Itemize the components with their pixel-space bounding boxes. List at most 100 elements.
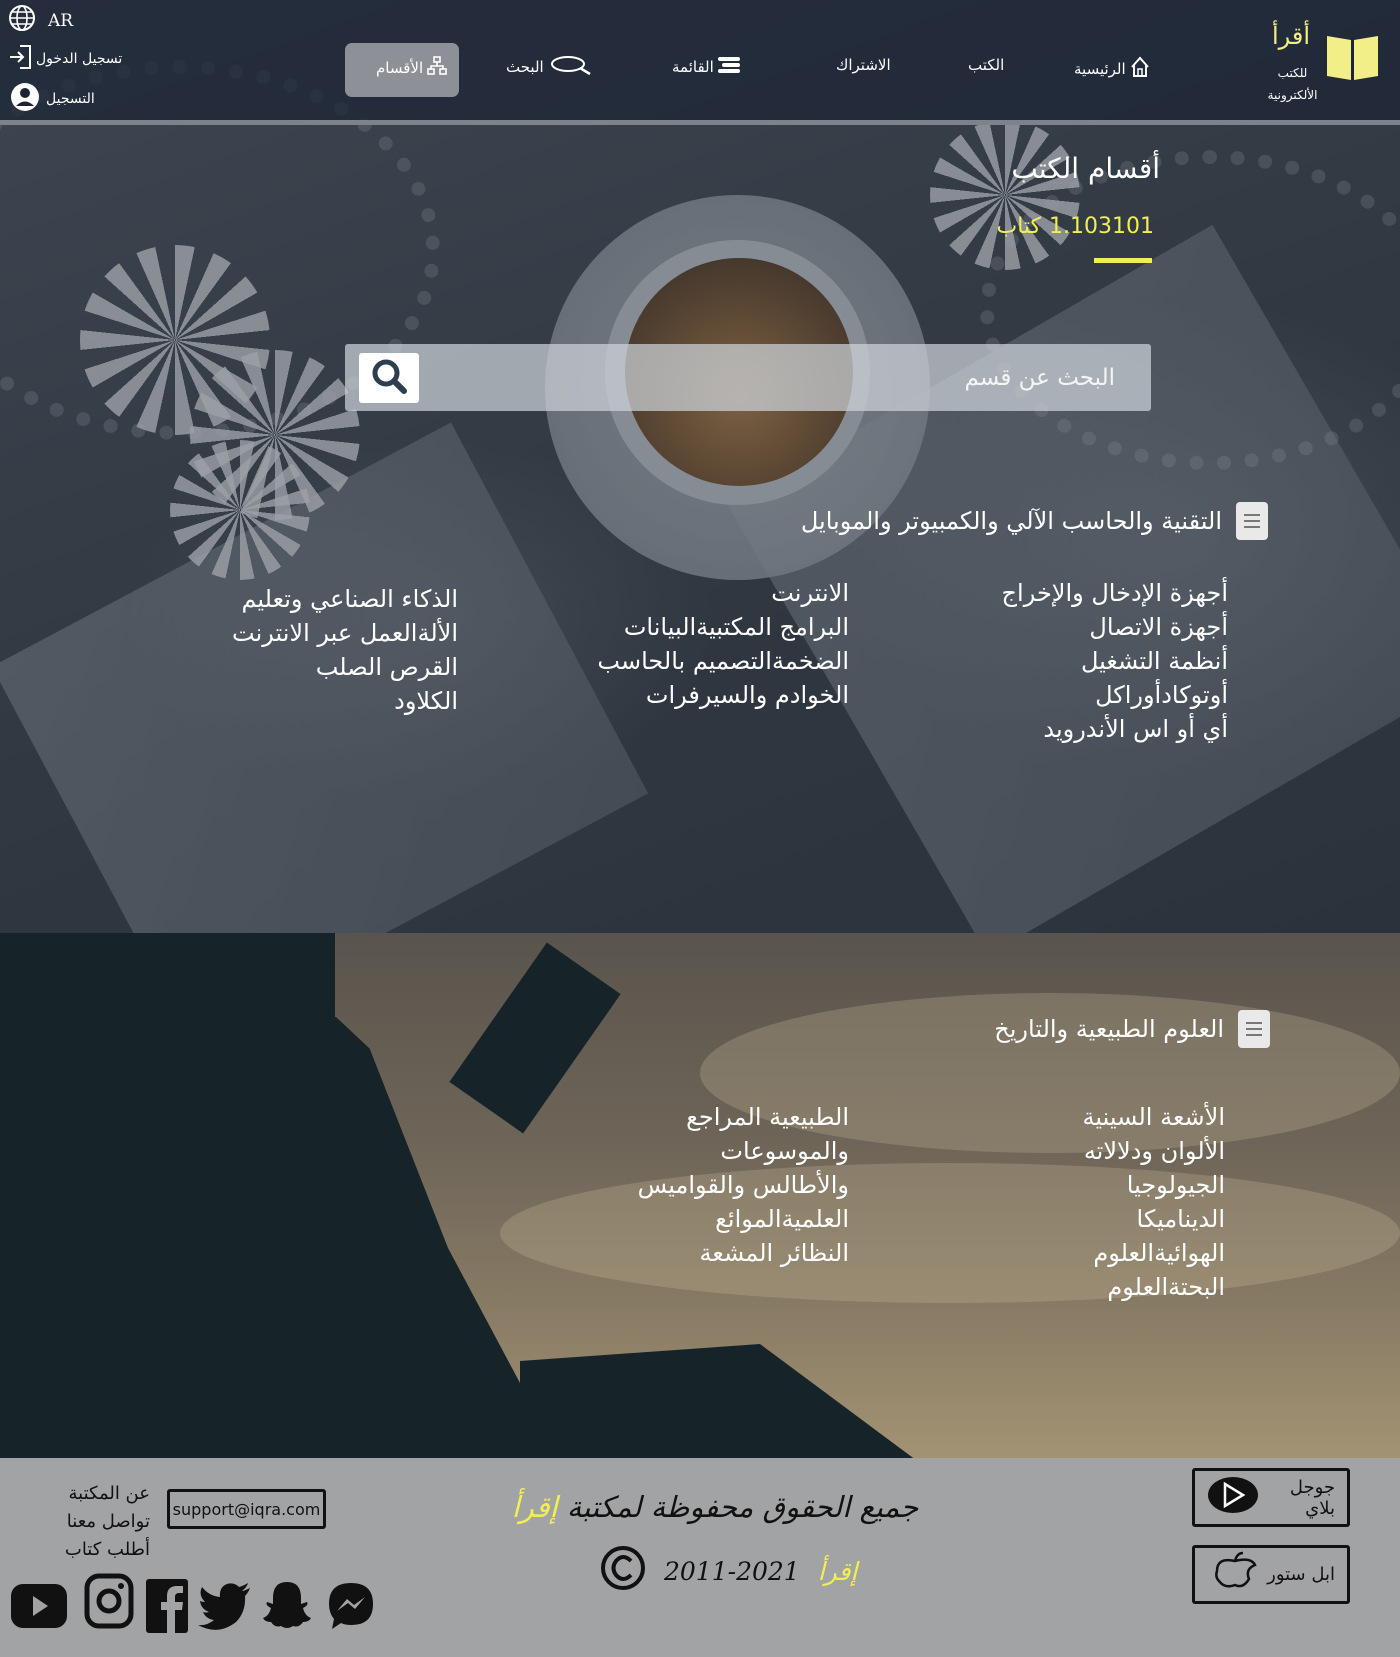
subcategory-link[interactable]: الألةالعمل عبر الانترنت bbox=[232, 616, 458, 650]
page-title: أقسام الكتب bbox=[1011, 152, 1160, 185]
copyright-icon bbox=[600, 1545, 646, 1597]
subcategory-link[interactable]: أنظمة التشغيل bbox=[1002, 644, 1228, 678]
copyright-years: 2011-2021 bbox=[664, 1556, 800, 1586]
nav-sections[interactable]: الأقسام bbox=[376, 56, 447, 80]
search-button[interactable] bbox=[359, 353, 419, 403]
book-count-label: كتاب bbox=[996, 214, 1042, 239]
ground-silhouette bbox=[520, 1344, 920, 1458]
subcategory-link[interactable]: الخوادم والسيرفرات bbox=[597, 678, 849, 712]
brand-name: إقرأ bbox=[817, 1556, 858, 1586]
subcategory-link[interactable]: الانترنت bbox=[597, 576, 849, 610]
subcategory-link[interactable]: الأشعة السينية bbox=[1082, 1100, 1225, 1134]
messenger-icon[interactable] bbox=[322, 1577, 380, 1635]
google-play-label: جوجل بلاي bbox=[1289, 1476, 1335, 1519]
subcategory-link[interactable]: أوتوكادأوراكل bbox=[1002, 678, 1228, 712]
subcategory-link[interactable]: أجهزة الإدخال والإخراج bbox=[1002, 576, 1228, 610]
nav-menu-label: القائمة bbox=[672, 58, 714, 76]
youtube-icon[interactable] bbox=[10, 1577, 68, 1635]
login-label: تسجيل الدخول bbox=[36, 51, 123, 67]
footer-link-about[interactable]: عن المكتبة bbox=[40, 1480, 150, 1508]
google-play-button[interactable]: جوجل بلاي bbox=[1192, 1468, 1350, 1527]
reader-head-silhouette bbox=[155, 933, 335, 1118]
category-column: الطبيعية المراجع والموسوعات والأطالس وال… bbox=[638, 1100, 849, 1270]
subcategory-link[interactable]: والموسوعات bbox=[638, 1134, 849, 1168]
subcategory-link[interactable]: النظائر المشعة bbox=[638, 1236, 849, 1270]
register-label: التسجيل bbox=[46, 91, 95, 107]
subcategory-link[interactable]: الجيولوجيا bbox=[1082, 1168, 1225, 1202]
home-icon bbox=[1130, 56, 1150, 82]
section-search-input[interactable] bbox=[415, 344, 1115, 411]
category-heading-tech[interactable]: التقنية والحاسب الآلي والكمبيوتر والموبا… bbox=[801, 502, 1268, 540]
category-column: الانترنت البرامج المكتبيةالبيانات الضخمة… bbox=[597, 576, 849, 712]
category-title: العلوم الطبيعية والتاريخ bbox=[994, 1015, 1224, 1043]
menu-icon bbox=[717, 56, 740, 78]
hero-background bbox=[0, 0, 1400, 933]
subcategory-link[interactable]: الذكاء الصناعي وتعليم bbox=[232, 582, 458, 616]
snapchat-icon[interactable] bbox=[258, 1577, 316, 1635]
subcategory-link[interactable]: أي أو اس الأندرويد bbox=[1002, 712, 1228, 746]
book-icon bbox=[1236, 502, 1268, 540]
subcategory-link[interactable]: البحتةالعلوم bbox=[1082, 1270, 1225, 1304]
logo-title[interactable]: أقرأ bbox=[1272, 22, 1310, 50]
copyright-prefix: جميع الحقوق محفوظة لمكتبة bbox=[566, 1490, 919, 1524]
logo-subtitle-line1: للكتب bbox=[1277, 66, 1308, 80]
nav-menu[interactable]: القائمة bbox=[672, 56, 740, 78]
footer-link-request-book[interactable]: أطلب كتاب bbox=[40, 1536, 150, 1564]
app-store-button[interactable]: ابل ستور bbox=[1192, 1545, 1350, 1604]
book-count: 1.103101 كتاب bbox=[996, 214, 1154, 239]
register-link[interactable]: التسجيل bbox=[8, 82, 95, 116]
logo-subtitle: للكتب الألكترونية bbox=[1265, 62, 1320, 106]
hero-overlay bbox=[0, 0, 1400, 933]
instagram-icon[interactable] bbox=[80, 1572, 138, 1630]
subcategory-link[interactable]: البرامج المكتبيةالبيانات bbox=[597, 610, 849, 644]
nav-home-label: الرئيسية bbox=[1074, 60, 1126, 78]
book-silhouette bbox=[449, 942, 621, 1134]
footer-links: عن المكتبة تواصل معنا أطلب كتاب bbox=[40, 1480, 150, 1564]
twitter-icon[interactable] bbox=[196, 1577, 254, 1635]
title-underline bbox=[1094, 258, 1152, 263]
subcategory-link[interactable]: الهوائيةالعلوم bbox=[1082, 1236, 1225, 1270]
search-icon bbox=[369, 356, 409, 400]
subcategory-link[interactable]: الكلاود bbox=[232, 684, 458, 718]
subcategory-link[interactable]: والأطالس والقواميس bbox=[638, 1168, 849, 1202]
subcategory-link[interactable]: العلميةالموائع bbox=[638, 1202, 849, 1236]
brand-name: إقرأ bbox=[511, 1490, 558, 1524]
copyright-text: جميع الحقوق محفوظة لمكتبة إقرأ bbox=[505, 1490, 925, 1524]
subcategory-link[interactable]: الضخمةالتصميم بالحاسب bbox=[597, 644, 849, 678]
subcategory-link[interactable]: الطبيعية المراجع bbox=[638, 1100, 849, 1134]
nav-sections-label: الأقسام bbox=[376, 59, 424, 77]
book-icon bbox=[1238, 1010, 1270, 1048]
nav-books[interactable]: الكتب bbox=[968, 56, 1004, 74]
globe-icon bbox=[8, 4, 36, 37]
category-column: الأشعة السينية الألوان ودلالاته الجيولوج… bbox=[1082, 1100, 1225, 1304]
nav-home[interactable]: الرئيسية bbox=[1074, 56, 1150, 82]
category-heading-sciences[interactable]: العلوم الطبيعية والتاريخ bbox=[994, 1010, 1270, 1048]
nav-search-label: البحث bbox=[506, 58, 544, 76]
app-store-label: ابل ستور bbox=[1267, 1564, 1335, 1585]
nav-subscription-label: الاشتراك bbox=[836, 56, 891, 74]
login-link[interactable]: تسجيل الدخول bbox=[8, 44, 122, 74]
nav-subscription[interactable]: الاشتراك bbox=[836, 56, 891, 74]
navbar-divider bbox=[0, 120, 1400, 125]
page: أقرأ للكتب الألكترونية الرئيسية الكتب ال… bbox=[0, 0, 1400, 1657]
subcategory-link[interactable]: الديناميكا bbox=[1082, 1202, 1225, 1236]
copyright-years-row: 2011-2021 إقرأ bbox=[600, 1545, 857, 1597]
logo-subtitle-line2: الألكترونية bbox=[1267, 88, 1318, 102]
play-icon bbox=[1207, 1475, 1259, 1520]
subcategory-link[interactable]: أجهزة الاتصال bbox=[1002, 610, 1228, 644]
subcategory-link[interactable]: القرص الصلب bbox=[232, 650, 458, 684]
nav-search[interactable]: البحث bbox=[506, 54, 592, 80]
support-email[interactable]: support@iqra.com bbox=[167, 1489, 326, 1529]
language-switcher[interactable]: AR bbox=[8, 4, 73, 37]
sitemap-icon bbox=[427, 56, 447, 80]
section-search-bar bbox=[345, 344, 1151, 411]
category-column: أجهزة الإدخال والإخراج أجهزة الاتصال أنظ… bbox=[1002, 576, 1228, 746]
book-logo-icon[interactable] bbox=[1325, 30, 1380, 82]
facebook-icon[interactable] bbox=[138, 1577, 196, 1635]
category-title: التقنية والحاسب الآلي والكمبيوتر والموبا… bbox=[800, 507, 1222, 535]
user-icon bbox=[8, 82, 42, 116]
subcategory-link[interactable]: الألوان ودلالاته bbox=[1082, 1134, 1225, 1168]
footer-link-contact[interactable]: تواصل معنا bbox=[40, 1508, 150, 1536]
cloud-decoration bbox=[500, 1163, 1400, 1303]
search-icon bbox=[548, 54, 592, 80]
